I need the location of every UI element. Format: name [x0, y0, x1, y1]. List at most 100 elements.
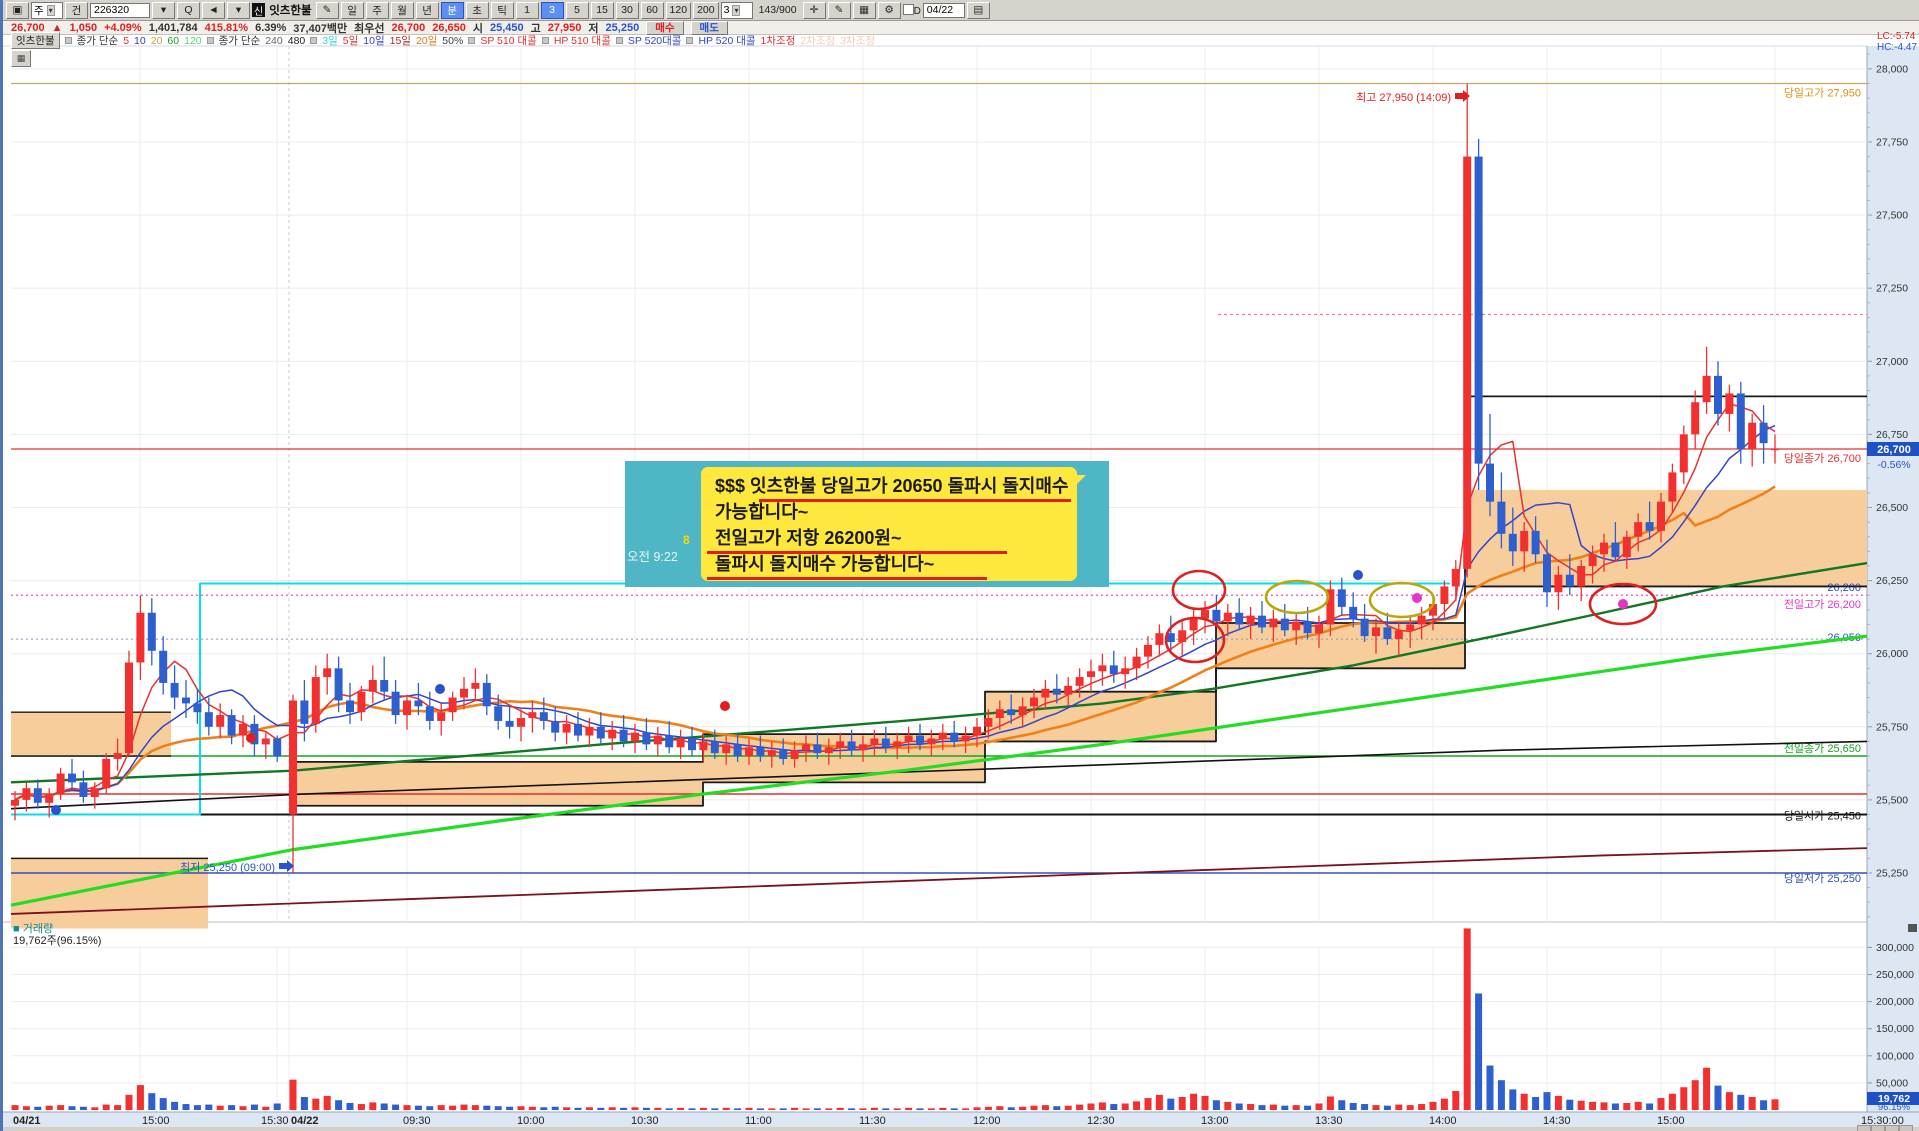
- svg-text:25,250: 25,250: [1876, 868, 1908, 880]
- legend-item: 종가 단순: [76, 35, 119, 47]
- chart-grid-icon[interactable]: ▦: [11, 50, 31, 67]
- svg-text:04/22: 04/22: [291, 1115, 319, 1127]
- legend-item: 50%: [442, 34, 464, 47]
- svg-text:당일시가 25,450: 당일시가 25,450: [1784, 809, 1861, 823]
- svg-text:26,500: 26,500: [1876, 502, 1908, 514]
- svg-text:26,200: 26,200: [1827, 582, 1861, 594]
- note-line4: 돌파시 돌지매수 가능합니다~: [715, 554, 935, 574]
- svg-text:전일고가 26,200: 전일고가 26,200: [1784, 597, 1861, 611]
- legend-item: 10: [134, 34, 146, 47]
- legend-marker-icon: [310, 37, 318, 44]
- legend-marker-icon: [686, 37, 694, 44]
- svg-text:최저 25,250 (09:00): 최저 25,250 (09:00): [180, 861, 275, 874]
- svg-text:27,750: 27,750: [1876, 136, 1908, 148]
- svg-text:26,750: 26,750: [1876, 429, 1908, 441]
- legend-item: 2차조정: [800, 35, 836, 47]
- svg-text:15:00: 15:00: [142, 1115, 170, 1127]
- red-underline-2: [707, 551, 1007, 554]
- zoom-in-button[interactable]: [1899, 1125, 1913, 1131]
- svg-text:25,500: 25,500: [1876, 794, 1908, 806]
- svg-text:11:00: 11:00: [745, 1115, 772, 1127]
- note-line1: $$$ 잇츠한불 당일고가 20650 돌파시 돌지매수: [715, 476, 1069, 496]
- legend-marker-icon: [615, 37, 623, 44]
- svg-text:28,000: 28,000: [1876, 63, 1908, 75]
- chat-bubble: $$$ 잇츠한불 당일고가 20650 돌파시 돌지매수 가능합니다~ 전일고가…: [701, 467, 1086, 581]
- svg-text:15:30: 15:30: [261, 1115, 289, 1127]
- lchc-readout: LC:-5.74 HC:-4.47: [1877, 31, 1917, 53]
- svg-text:25,750: 25,750: [1876, 721, 1908, 733]
- svg-text:26,250: 26,250: [1876, 575, 1908, 587]
- legend-item: 20일: [415, 35, 438, 47]
- svg-text:10:00: 10:00: [517, 1115, 545, 1127]
- chat-note-overlay: $$$ 잇츠한불 당일고가 20650 돌파시 돌지매수 가능합니다~ 전일고가…: [625, 461, 1109, 587]
- svg-text:당일저가 25,250: 당일저가 25,250: [1784, 871, 1861, 885]
- legend-item: 15일: [389, 35, 411, 47]
- red-underline-3: [707, 577, 987, 580]
- scroll-right-button[interactable]: [1871, 1125, 1885, 1131]
- svg-text:26,700: 26,700: [1877, 444, 1911, 456]
- message-time: 오전 9:22: [627, 550, 678, 564]
- svg-text:200,000: 200,000: [1876, 996, 1914, 1008]
- legend-marker-icon: [206, 37, 214, 44]
- note-line3: 전일고가 저항 26200원~: [715, 528, 902, 548]
- svg-text:13:30: 13:30: [1315, 1115, 1343, 1127]
- legend-item: SP 510 대콜: [480, 35, 537, 47]
- red-underline-1: [759, 499, 1071, 502]
- legend-item: 480: [287, 34, 306, 47]
- svg-text:15:00: 15:00: [1657, 1115, 1685, 1127]
- svg-text:09:30: 09:30: [403, 1115, 431, 1127]
- legend-item: 5: [123, 34, 130, 47]
- svg-text:150,000: 150,000: [1876, 1023, 1914, 1035]
- legend-marker-icon: [64, 37, 72, 44]
- volume-legend-value: 19,762주(96.15%): [13, 935, 102, 947]
- legend-marker-icon: [468, 37, 476, 44]
- note-line2: 가능합니다~: [715, 502, 809, 522]
- svg-text:96.15%: 96.15%: [1878, 1102, 1911, 1113]
- volume-legend-title: ■ 거래량: [13, 923, 54, 935]
- svg-text:04/21: 04/21: [13, 1115, 41, 1127]
- svg-text:당일고가 27,950: 당일고가 27,950: [1784, 85, 1861, 99]
- svg-text:11:30: 11:30: [859, 1115, 886, 1127]
- unread-badge: 8: [683, 533, 690, 547]
- trading-app-window: ▣ 주 ▾ 건 226320 ▾ Q ◄ ▾ 신 잇츠한불 ✎ 일 주 월 년 분 초 틱 1 3 5 15 30 60 120 2…: [0, 0, 1919, 1131]
- legend-item: HP 520 대콜: [698, 35, 756, 47]
- legend-item: 3일: [322, 35, 338, 47]
- indicator-legend-row: 잇츠한불 종가 단순 5 10 20 60 120 종가 단순 240 480 3일 5일 10일 15일…: [11, 32, 876, 49]
- legend-item: 20: [150, 34, 163, 47]
- svg-text:27,000: 27,000: [1876, 356, 1908, 368]
- volume-legend: ■ 거래량 19,762주(96.15%): [13, 923, 101, 947]
- svg-text:14:00: 14:00: [1429, 1115, 1457, 1127]
- svg-text:12:30: 12:30: [1087, 1115, 1115, 1127]
- svg-text:-0.56%: -0.56%: [1877, 459, 1910, 471]
- svg-text:10:30: 10:30: [631, 1115, 659, 1127]
- legend-item: 5일: [342, 35, 359, 47]
- legend-item: 120: [184, 34, 202, 47]
- lc-value: LC:-5.74: [1876, 31, 1916, 42]
- legend-item: HP 510 대콜: [553, 35, 611, 47]
- svg-text:12:00: 12:00: [973, 1115, 1001, 1127]
- bottom-scrollbar[interactable]: [3, 1127, 1919, 1131]
- svg-text:당일종가 26,700: 당일종가 26,700: [1784, 451, 1861, 465]
- scroll-left-button[interactable]: [1857, 1125, 1871, 1131]
- hc-value: HC:-4.47: [1876, 42, 1917, 53]
- svg-text:300,000: 300,000: [1876, 942, 1914, 954]
- legend-item: 종가 단순: [218, 35, 261, 47]
- svg-text:27,500: 27,500: [1876, 210, 1908, 222]
- svg-text:26,000: 26,000: [1876, 648, 1908, 660]
- chart-tab[interactable]: 잇츠한불: [11, 32, 60, 49]
- zoom-out-button[interactable]: [1885, 1125, 1899, 1131]
- legend-marker-icon: [541, 37, 549, 44]
- svg-text:14:30: 14:30: [1543, 1115, 1571, 1127]
- legend-item: SP 520대콜: [627, 35, 682, 47]
- legend-item: 60: [167, 34, 180, 47]
- svg-text:13:00: 13:00: [1201, 1115, 1229, 1127]
- legend-item: 10일: [363, 35, 385, 47]
- svg-text:27,250: 27,250: [1876, 283, 1908, 295]
- svg-text:250,000: 250,000: [1876, 969, 1914, 981]
- svg-text:100,000: 100,000: [1876, 1050, 1914, 1062]
- legend-item: 240: [265, 34, 283, 47]
- legend-item: 3차조정: [840, 35, 876, 47]
- legend-item: 1차조정: [760, 35, 796, 47]
- svg-text:50,000: 50,000: [1876, 1077, 1908, 1089]
- svg-text:최고 27,950 (14:09): 최고 27,950 (14:09): [1356, 91, 1451, 104]
